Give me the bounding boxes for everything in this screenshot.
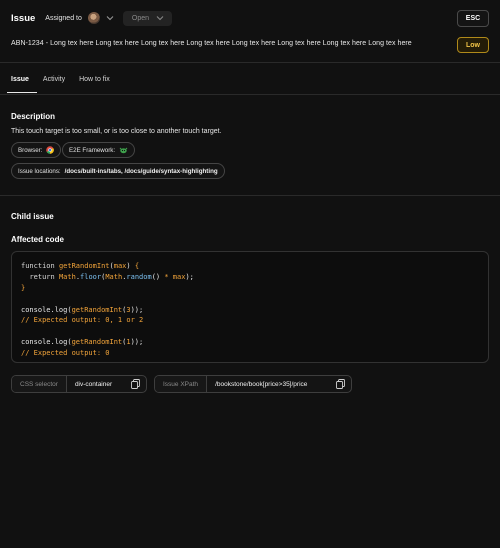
child-issue-title: Child issue [11, 212, 54, 221]
description-text: This touch target is too small, or is to… [11, 128, 222, 135]
cypress-icon [119, 147, 128, 153]
status-dropdown[interactable]: Open [122, 10, 173, 26]
code-line: // Expected output: 0 [21, 349, 110, 358]
tab-bar: Issue Activity How to fix [7, 76, 124, 93]
esc-button[interactable]: ESC [457, 10, 489, 27]
header: Issue Assigned to Open [0, 0, 500, 36]
copy-icon[interactable] [131, 379, 140, 389]
code-line: return Math.floor(Math.random() * max); [29, 272, 194, 281]
priority-badge[interactable]: Low [457, 37, 489, 53]
tab-how-to-fix[interactable]: How to fix [79, 76, 110, 89]
description-title: Description [11, 112, 56, 121]
css-selector-field: CSS selector div-container [11, 375, 147, 393]
xpath-value-wrap: /bookstone/book[price>35]/price [207, 376, 351, 392]
issue-locations-chip: Issue locations: /docs/built-ins/tabs, /… [11, 163, 225, 179]
divider [0, 195, 500, 196]
code-line: console.log(getRandomInt(3)); [21, 305, 144, 314]
chevron-down-icon [156, 16, 164, 21]
chrome-icon [46, 146, 55, 154]
css-selector-value: div-container [74, 380, 113, 388]
divider [0, 62, 500, 63]
issue-locations-label: Issue locations: [18, 167, 61, 175]
assigned-to-label: Assigned to [45, 14, 82, 22]
css-selector-value-wrap: div-container [67, 376, 146, 392]
affected-code-title: Affected code [11, 235, 64, 244]
framework-label: E2E Framework: [69, 146, 116, 154]
issue-summary: ABN-1234 - Long tex here Long tex here L… [11, 40, 412, 47]
avatar[interactable] [87, 12, 100, 24]
code-line: console.log(getRandomInt(1)); [21, 338, 144, 347]
code-line: // Expected output: 0, 1 or 2 [21, 316, 144, 325]
code-block: function getRandomInt(max) { return Math… [11, 251, 489, 363]
code-line: function getRandomInt(max) { [21, 262, 140, 270]
copy-icon[interactable] [336, 379, 345, 389]
browser-chip: Browser: [11, 142, 62, 158]
page-title: Issue [11, 12, 36, 24]
issue-locations-value[interactable]: /docs/built-ins/tabs, /docs/guide/syntax… [65, 168, 218, 175]
status-label: Open [131, 14, 150, 22]
framework-chip: E2E Framework: [62, 142, 136, 158]
divider [0, 94, 500, 95]
tab-activity[interactable]: Activity [43, 76, 65, 89]
chevron-down-icon[interactable] [105, 13, 115, 23]
browser-label: Browser: [18, 146, 43, 154]
code-line: } [21, 283, 26, 292]
tab-issue[interactable]: Issue [7, 76, 37, 93]
xpath-value: /bookstone/book[price>35]/price [215, 380, 308, 388]
css-selector-label: CSS selector [12, 376, 67, 392]
xpath-label: Issue XPath [155, 376, 208, 392]
xpath-field: Issue XPath /bookstone/book[price>35]/pr… [154, 375, 352, 393]
